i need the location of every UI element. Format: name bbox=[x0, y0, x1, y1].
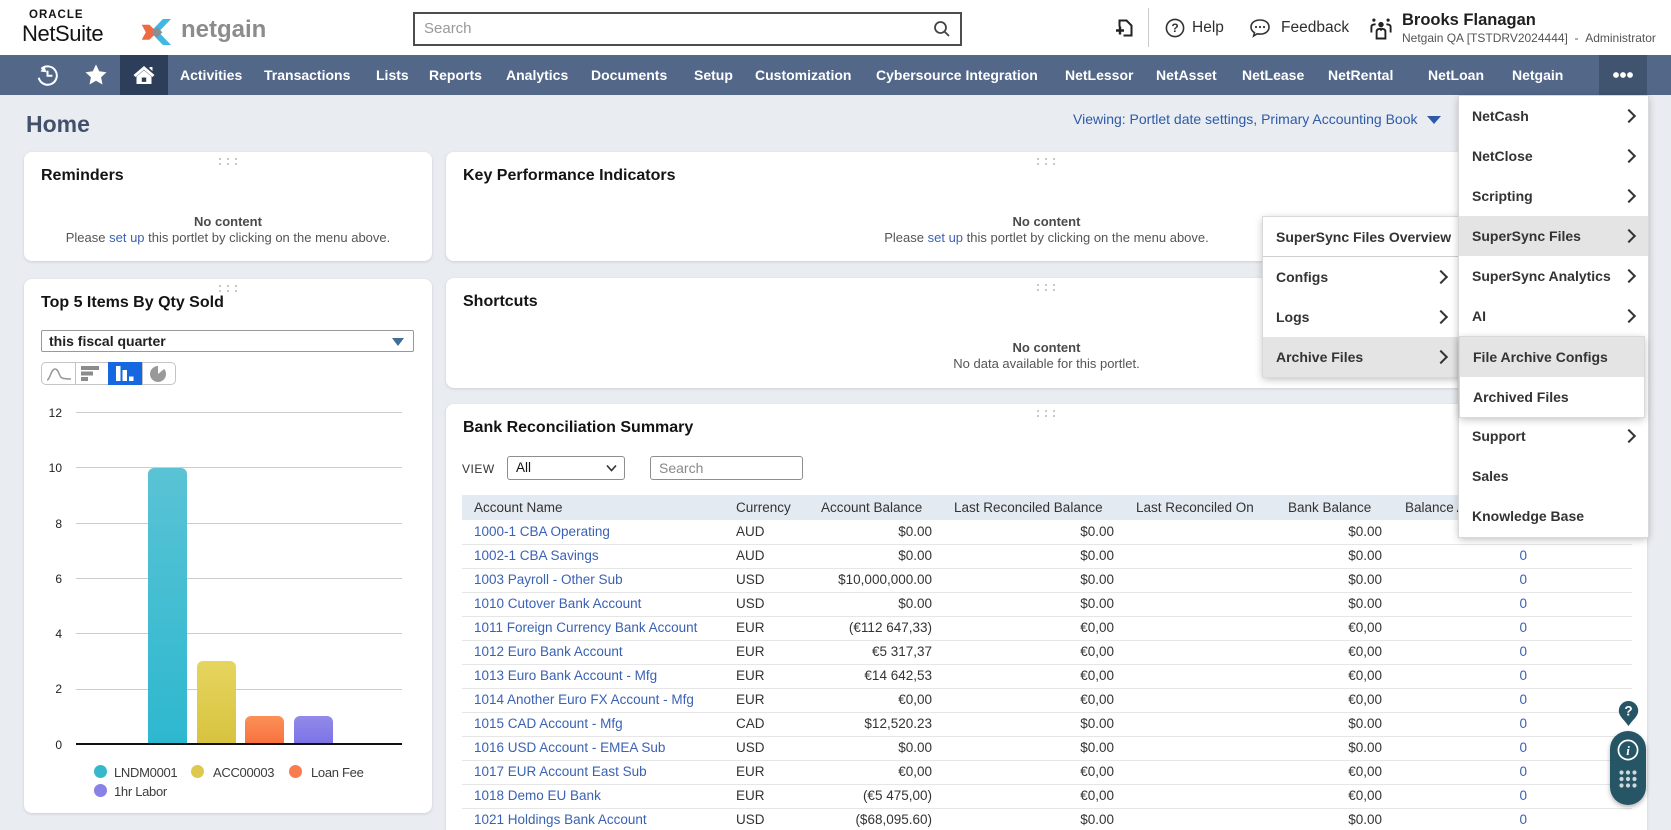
svg-text:?: ? bbox=[1171, 21, 1178, 35]
svg-text:i: i bbox=[1626, 743, 1630, 758]
svg-text:?: ? bbox=[1624, 704, 1632, 719]
